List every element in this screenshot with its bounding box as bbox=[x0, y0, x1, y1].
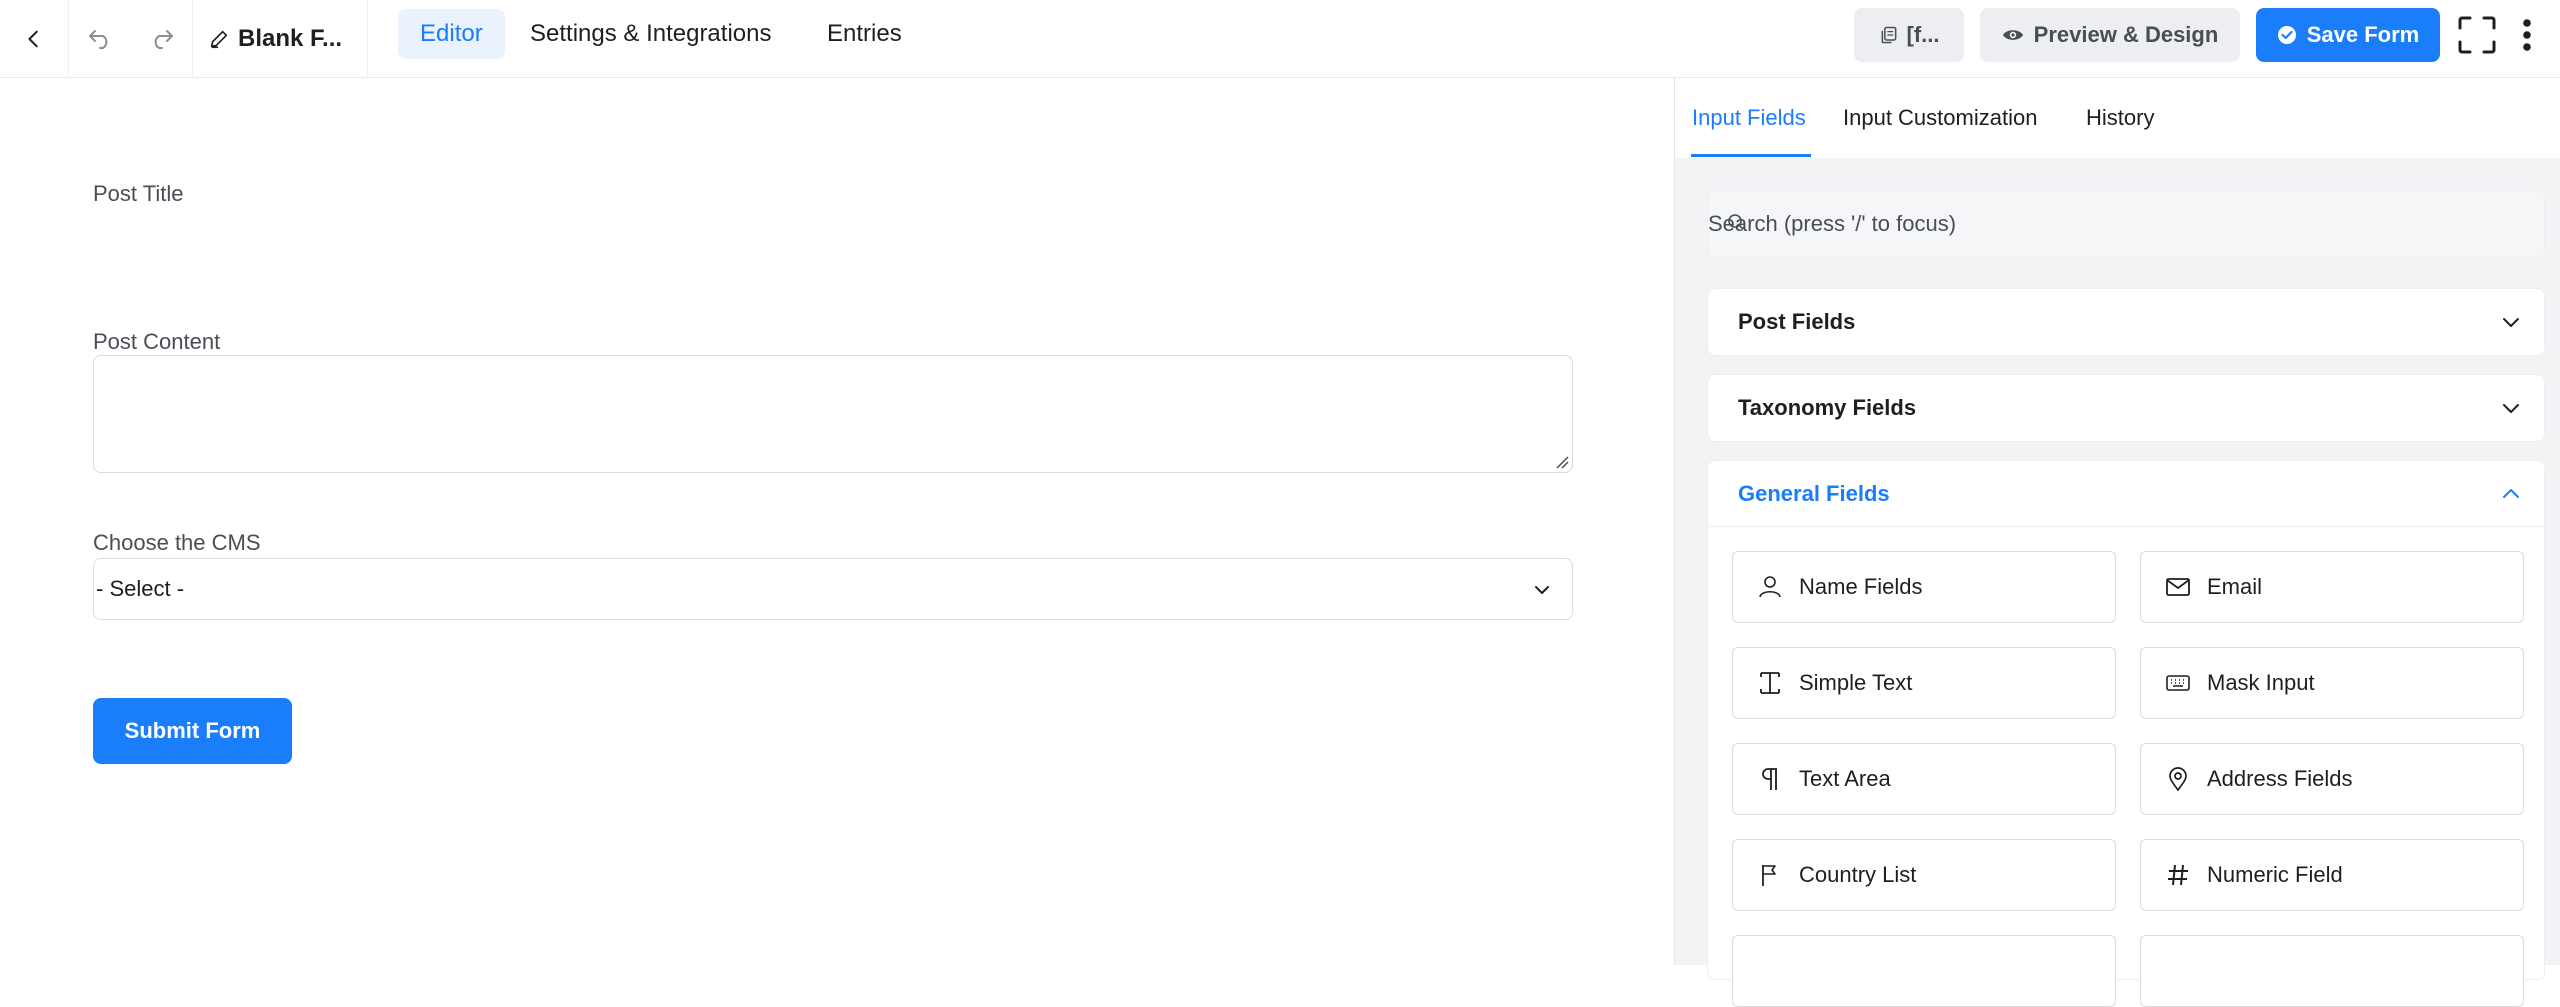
back-button[interactable] bbox=[0, 0, 68, 78]
submit-form-button[interactable]: Submit Form bbox=[93, 698, 292, 764]
post-content-textarea[interactable] bbox=[93, 355, 1573, 473]
toolbar-divider bbox=[367, 0, 368, 78]
group-general-fields: General Fields Name Fields Email Simple … bbox=[1707, 460, 2545, 1007]
chevron-up-icon bbox=[2503, 489, 2519, 498]
field-search-input[interactable]: Search (press '/' to focus) bbox=[1707, 190, 2545, 258]
fields-panel: Input Fields Input Customization History… bbox=[1674, 78, 2560, 1007]
redo-icon bbox=[154, 30, 173, 49]
cms-select[interactable]: - Select - bbox=[93, 558, 1573, 620]
paragraph-icon bbox=[1762, 768, 1777, 790]
chevron-down-icon bbox=[1535, 586, 1549, 594]
text-cursor-icon bbox=[1760, 672, 1780, 694]
group-title: Post Fields bbox=[1738, 309, 1856, 334]
map-pin-icon bbox=[2169, 767, 2187, 792]
preview-design-label: Preview & Design bbox=[2033, 22, 2219, 47]
keyboard-icon bbox=[2166, 675, 2190, 691]
tab-editor[interactable]: Editor bbox=[398, 9, 505, 59]
eye-icon bbox=[2002, 30, 2023, 40]
flag-icon bbox=[1762, 865, 1776, 886]
shortcode-copy-button[interactable]: [f... bbox=[1854, 8, 1964, 62]
field-text-area[interactable]: Text Area bbox=[1732, 743, 2116, 815]
fullscreen-button[interactable] bbox=[2456, 14, 2498, 56]
tab-history[interactable]: History bbox=[2086, 78, 2154, 158]
chevron-left-icon bbox=[28, 30, 38, 48]
field-more[interactable] bbox=[1732, 935, 2116, 1007]
field-label: Address Fields bbox=[2207, 766, 2353, 791]
field-address-fields[interactable]: Address Fields bbox=[2140, 743, 2524, 815]
field-numeric-field[interactable]: Numeric Field bbox=[2140, 839, 2524, 911]
post-title-label: Post Title bbox=[93, 181, 184, 206]
pencil-icon bbox=[210, 30, 228, 49]
group-title: Taxonomy Fields bbox=[1738, 395, 1917, 420]
field-label: Email bbox=[2207, 574, 2263, 599]
field-name-fields[interactable]: Name Fields bbox=[1732, 551, 2116, 623]
field-country-list[interactable]: Country List bbox=[1732, 839, 2116, 911]
search-icon bbox=[1728, 214, 1744, 230]
field-label: Simple Text bbox=[1799, 670, 1913, 695]
field-mask-input[interactable]: Mask Input bbox=[2140, 647, 2524, 719]
form-name-label: Blank F... bbox=[238, 25, 343, 52]
envelope-icon bbox=[2166, 578, 2190, 596]
panel-tabs: Input Fields Input Customization History bbox=[1675, 78, 2560, 158]
person-icon bbox=[1759, 576, 1781, 598]
tab-settings-integrations[interactable]: Settings & Integrations bbox=[508, 9, 793, 59]
field-label: Name Fields bbox=[1799, 574, 1923, 599]
undo-button[interactable] bbox=[68, 0, 132, 78]
field-email[interactable]: Email bbox=[2140, 551, 2524, 623]
field-more[interactable] bbox=[2140, 935, 2524, 1007]
group-header[interactable]: Taxonomy Fields bbox=[1708, 375, 2544, 441]
field-simple-text[interactable]: Simple Text bbox=[1732, 647, 2116, 719]
group-post-fields[interactable]: Post Fields bbox=[1707, 288, 2545, 356]
check-circle-icon bbox=[2277, 26, 2296, 44]
hash-icon bbox=[2168, 864, 2188, 886]
field-label: Text Area bbox=[1799, 766, 1891, 791]
group-taxonomy-fields[interactable]: Taxonomy Fields bbox=[1707, 374, 2545, 442]
undo-icon bbox=[89, 30, 108, 49]
chevron-down-icon bbox=[2503, 404, 2519, 413]
group-header[interactable]: Post Fields bbox=[1708, 289, 2544, 355]
form-name-editor[interactable]: Blank F... bbox=[192, 0, 367, 78]
top-toolbar: Blank F... Editor Settings & Integration… bbox=[0, 0, 2560, 78]
redo-button[interactable] bbox=[132, 0, 192, 78]
group-title: General Fields bbox=[1738, 480, 1890, 506]
active-tab-indicator bbox=[1691, 154, 1811, 157]
tab-input-fields[interactable]: Input Fields bbox=[1692, 78, 1806, 158]
post-content-label: Post Content bbox=[93, 329, 221, 354]
fullscreen-icon bbox=[2458, 16, 2496, 54]
shortcode-label: [f... bbox=[1906, 22, 1940, 47]
field-label: Country List bbox=[1799, 862, 1917, 887]
more-options-button[interactable] bbox=[2512, 14, 2542, 56]
resize-handle-icon[interactable] bbox=[1555, 455, 1569, 469]
save-form-button[interactable]: Save Form bbox=[2256, 8, 2440, 62]
choose-cms-label: Choose the CMS bbox=[93, 530, 261, 555]
vertical-dots-icon bbox=[2523, 19, 2531, 51]
chevron-down-icon bbox=[2503, 318, 2519, 327]
form-canvas: Post Title Post Content Choose the CMS -… bbox=[0, 78, 1674, 965]
tab-input-customization[interactable]: Input Customization bbox=[1843, 78, 2037, 158]
cms-select-value: - Select - bbox=[96, 576, 185, 601]
field-label: Mask Input bbox=[2207, 670, 2315, 695]
field-label: Numeric Field bbox=[2207, 862, 2343, 887]
group-header[interactable]: General Fields bbox=[1708, 461, 2544, 527]
preview-design-button[interactable]: Preview & Design bbox=[1980, 8, 2240, 62]
save-form-label: Save Form bbox=[2306, 22, 2420, 47]
tab-entries[interactable]: Entries bbox=[805, 9, 924, 59]
copy-icon bbox=[1881, 26, 1896, 44]
search-placeholder: Search (press '/' to focus) bbox=[1708, 211, 1957, 236]
